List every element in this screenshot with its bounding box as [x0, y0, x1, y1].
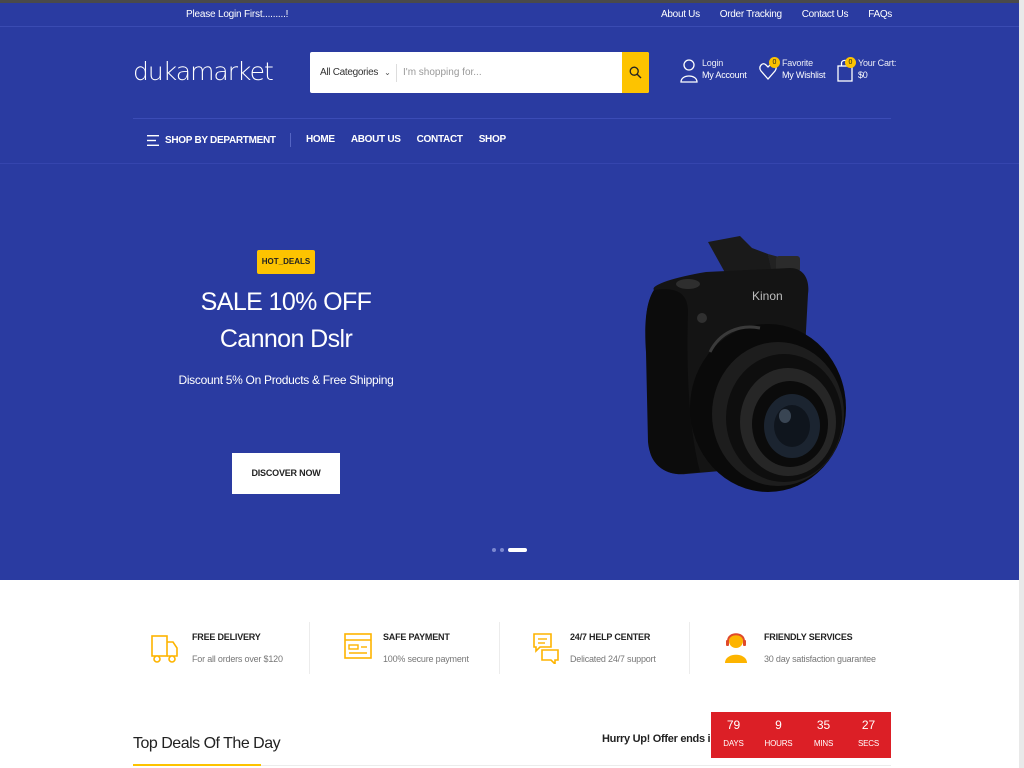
feature-title: 24/7 HELP CENTER	[570, 632, 651, 642]
feature-friendly-services: FRIENDLY SERVICES 30 day satisfaction gu…	[690, 622, 880, 674]
contact-us-link[interactable]: Contact Us	[802, 9, 849, 20]
features-row: FREE DELIVERY For all orders over $120 S…	[120, 622, 900, 674]
wishlist-line1: Favorite	[782, 58, 813, 68]
countdown-days-value: 79	[726, 718, 741, 732]
countdown-hours-value: 9	[775, 718, 782, 732]
feature-text: 30 day satisfaction guarantee	[764, 654, 876, 664]
account-link[interactable]: Login My Account	[680, 57, 747, 83]
section-divider	[261, 765, 891, 766]
countdown-mins: 35 MINS	[801, 712, 846, 758]
site-header: dukamarket All Categories ⌄ Login My Acc…	[0, 27, 1019, 163]
chevron-down-icon: ⌄	[384, 68, 391, 77]
shop-by-department-label: SHOP BY DEPARTMENT	[165, 135, 276, 146]
countdown-secs: 27 SECS	[846, 712, 891, 758]
site-logo[interactable]: dukamarket	[133, 57, 274, 86]
login-message[interactable]: Please Login First.........!	[186, 9, 288, 20]
countdown-mins-unit: MINS	[813, 739, 834, 748]
user-icon	[680, 59, 698, 83]
countdown-secs-unit: SECS	[858, 739, 879, 748]
hot-deals-tag: HOT_DEALS	[257, 250, 315, 274]
cart-count-badge: 0	[845, 57, 856, 68]
offer-ends-label: Hurry Up! Offer ends in:	[602, 733, 721, 745]
account-line1: Login	[702, 58, 724, 68]
cart-total: $0	[858, 70, 868, 80]
feature-free-delivery: FREE DELIVERY For all orders over $120	[120, 622, 310, 674]
category-select-label: All Categories	[320, 67, 379, 78]
countdown-timer: 79 DAYS 9 HOURS 35 MINS 27 SECS	[711, 712, 891, 758]
credit-card-icon	[344, 633, 372, 659]
chat-bubbles-icon	[533, 633, 559, 664]
nav-divider	[133, 118, 891, 119]
nav-about-us[interactable]: ABOUT US	[351, 134, 401, 145]
feature-text: Delicated 24/7 support	[570, 654, 656, 664]
search-bar: All Categories ⌄	[310, 52, 649, 93]
slider-pagination	[492, 548, 527, 552]
feature-help-center: 24/7 HELP CENTER Delicated 24/7 support	[500, 622, 690, 674]
top-bar: Please Login First.........! About Us Or…	[0, 3, 1019, 27]
search-button[interactable]	[622, 52, 649, 93]
slide-dot-2[interactable]	[500, 548, 504, 552]
feature-title: FREE DELIVERY	[192, 632, 261, 642]
about-us-link[interactable]: About Us	[661, 9, 700, 20]
nav-contact[interactable]: CONTACT	[417, 134, 463, 145]
camera-image: Kinon	[645, 236, 846, 492]
category-select[interactable]: All Categories ⌄	[310, 52, 396, 93]
wishlist-count-badge: 0	[769, 57, 780, 68]
top-links: About Us Order Tracking Contact Us FAQs	[661, 9, 892, 20]
menu-icon	[147, 135, 159, 146]
main-nav: HOME ABOUT US CONTACT SHOP	[306, 134, 506, 145]
shop-by-department-button[interactable]: SHOP BY DEPARTMENT	[147, 135, 276, 146]
slide-dot-3-active[interactable]	[508, 548, 527, 552]
nav-separator	[290, 133, 291, 147]
countdown-hours-unit: HOURS	[764, 739, 793, 748]
feature-title: FRIENDLY SERVICES	[764, 632, 853, 642]
countdown-days-unit: DAYS	[723, 739, 744, 748]
faqs-link[interactable]: FAQs	[868, 9, 892, 20]
slide-dot-1[interactable]	[492, 548, 496, 552]
search-icon	[629, 66, 642, 79]
order-tracking-link[interactable]: Order Tracking	[720, 9, 782, 20]
feature-safe-payment: SAFE PAYMENT 100% secure payment	[310, 622, 500, 674]
wishlist-link[interactable]: 0 Favorite My Wishlist	[759, 57, 825, 83]
wishlist-line2: My Wishlist	[782, 70, 826, 80]
countdown-mins-value: 35	[816, 718, 831, 732]
truck-icon	[151, 635, 178, 663]
nav-shop[interactable]: SHOP	[479, 134, 506, 145]
hero-product-name: Cannon Dslr	[219, 325, 353, 353]
cart-link[interactable]: 0 Your Cart: $0	[836, 57, 896, 83]
countdown-secs-value: 27	[861, 718, 876, 732]
feature-text: For all orders over $120	[192, 654, 283, 664]
heading-underline	[133, 764, 261, 766]
discover-now-button[interactable]: DISCOVER NOW	[232, 453, 340, 494]
support-agent-icon	[725, 633, 747, 663]
account-line2: My Account	[702, 70, 747, 80]
hero-headline: SALE 10% OFF	[200, 288, 372, 316]
feature-title: SAFE PAYMENT	[383, 632, 450, 642]
hero-slider: HOT_DEALS SALE 10% OFF Cannon Dslr Disco…	[0, 163, 1019, 580]
feature-text: 100% secure payment	[383, 654, 469, 664]
countdown-days: 79 DAYS	[711, 712, 756, 758]
nav-home[interactable]: HOME	[306, 134, 335, 145]
top-deals-heading: Top Deals Of The Day	[133, 735, 281, 752]
countdown-hours: 9 HOURS	[756, 712, 801, 758]
camera-brand-label: Kinon	[752, 289, 783, 303]
hero-subtitle: Discount 5% On Products & Free Shipping	[178, 373, 394, 387]
search-input[interactable]	[397, 52, 622, 93]
window-scrollbar[interactable]	[1019, 0, 1024, 768]
cart-line1: Your Cart:	[858, 58, 897, 68]
